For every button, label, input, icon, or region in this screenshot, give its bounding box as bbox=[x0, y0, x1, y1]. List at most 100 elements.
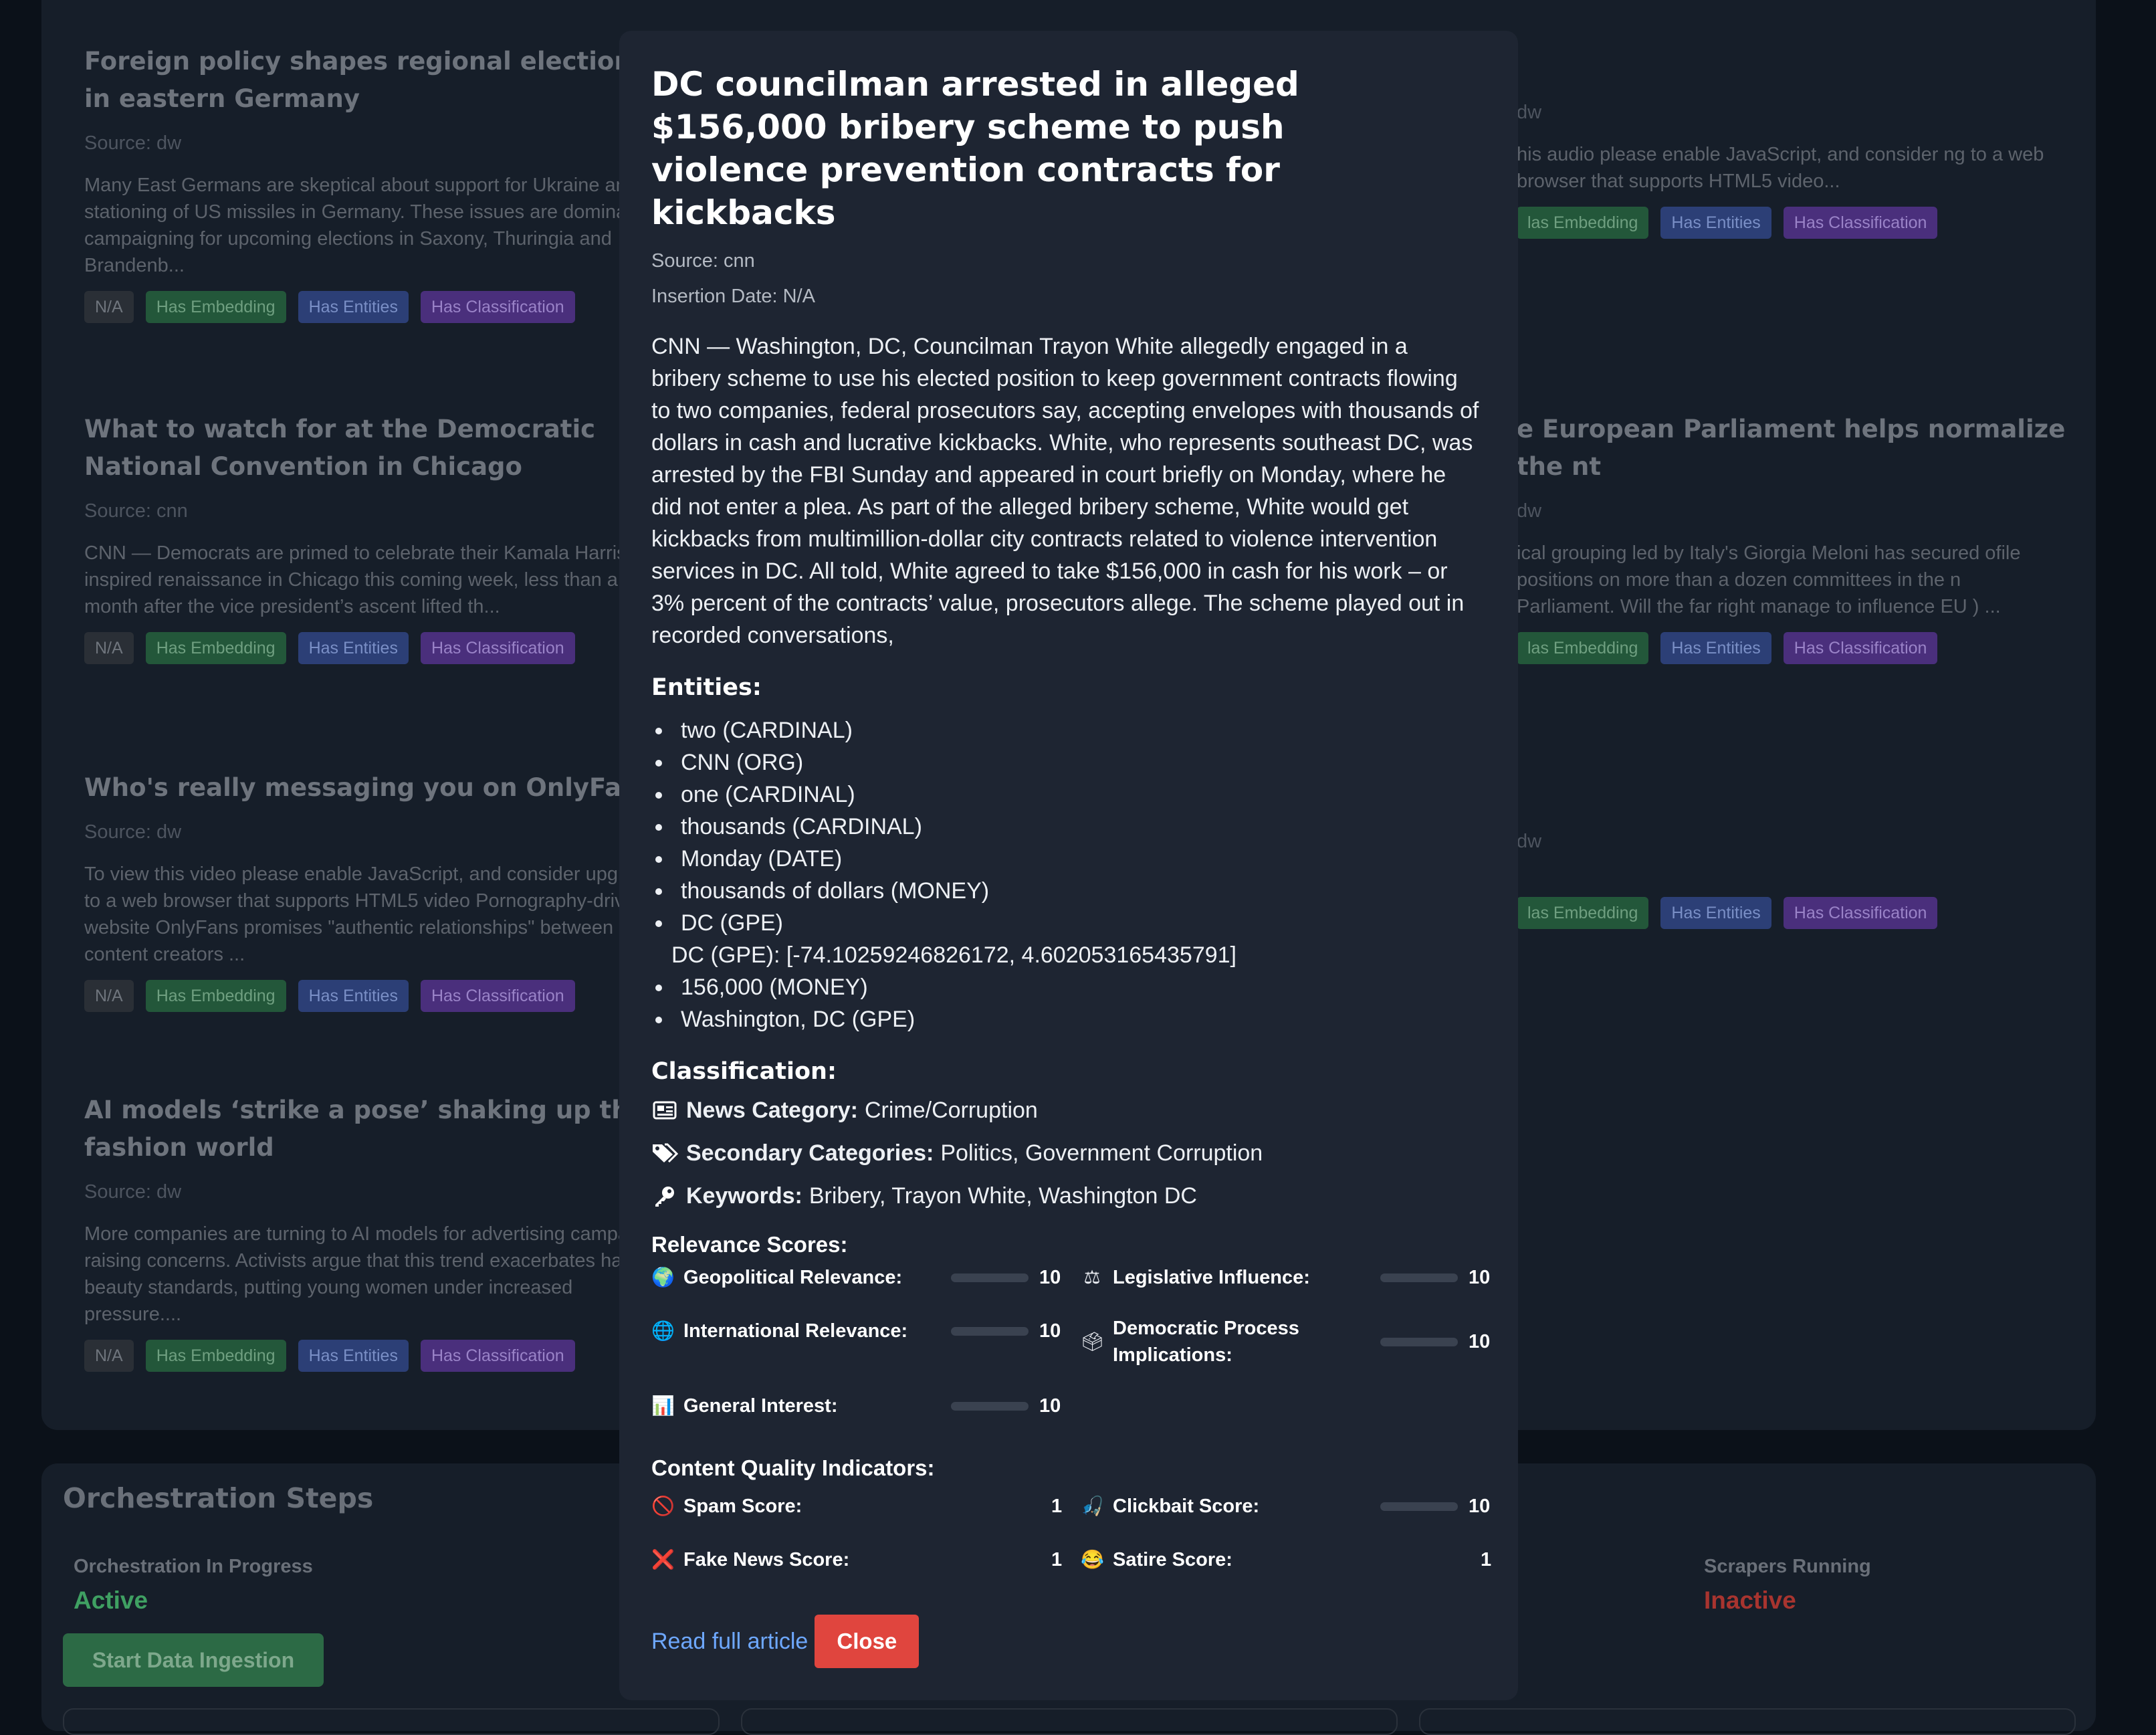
embedding-badge: Has Embedding bbox=[145, 291, 286, 323]
score-value: 10 bbox=[1039, 1266, 1061, 1288]
article-title[interactable]: Foreign policy shapes regional elections… bbox=[84, 43, 673, 118]
fishing-hook-icon: 🎣 bbox=[1081, 1496, 1104, 1516]
article-title[interactable]: AI models ‘strike a pose’ shaking up the… bbox=[84, 1092, 673, 1166]
scrapers-running-label: Scrapers Running bbox=[1704, 1556, 1871, 1577]
news-category-label: News Category: bbox=[686, 1098, 858, 1123]
orchestration-status: Active bbox=[74, 1587, 148, 1614]
entities-badge: Has Entities bbox=[1660, 632, 1771, 664]
classification-badge: Has Classification bbox=[420, 632, 575, 664]
score-label: International Relevance: bbox=[683, 1320, 908, 1342]
article-description: More companies are turning to AI models … bbox=[84, 1223, 670, 1325]
score-value: 10 bbox=[1469, 1330, 1491, 1352]
score-value: 1 bbox=[1051, 1495, 1063, 1517]
cross-mark-icon: ❌ bbox=[651, 1549, 675, 1570]
entity-item: Monday (DATE) bbox=[651, 843, 1486, 875]
article-card[interactable]: dw his audio please enable JavaScript, a… bbox=[1517, 87, 2065, 239]
secondary-categories-row: Secondary Categories: Politics, Governme… bbox=[651, 1132, 1486, 1175]
score-label: Clickbait Score: bbox=[1113, 1496, 1260, 1517]
classification-badge: Has Classification bbox=[1783, 207, 1938, 239]
article-description: CNN — Democrats are primed to celebrate … bbox=[84, 542, 633, 617]
score-label: Spam Score: bbox=[683, 1496, 802, 1517]
article-description: ical grouping led by Italy's Giorgia Mel… bbox=[1517, 542, 2021, 617]
entities-list: two (CARDINAL) CNN (ORG) one (CARDINAL) … bbox=[651, 714, 1486, 1035]
embedding-badge: las Embedding bbox=[1517, 632, 1649, 664]
entities-badge: Has Entities bbox=[1660, 207, 1771, 239]
score-label: Legislative Influence: bbox=[1113, 1267, 1310, 1288]
embedding-badge: las Embedding bbox=[1517, 897, 1649, 929]
ballot-box-icon: 🗳 bbox=[1081, 1331, 1105, 1352]
score-spam: 🚫 Spam Score: 1 bbox=[651, 1493, 1062, 1520]
start-data-ingestion-button[interactable]: Start Data Ingestion bbox=[63, 1633, 324, 1687]
article-card[interactable]: e European Parliament helps normalize th… bbox=[1517, 411, 2105, 664]
close-button[interactable]: Close bbox=[815, 1615, 920, 1668]
score-general-interest: 📊 General Interest: 10 bbox=[651, 1393, 1061, 1419]
badge-row: N/A Has Embedding Has Entities Has Class… bbox=[84, 291, 673, 323]
embedding-badge: Has Embedding bbox=[145, 980, 286, 1012]
tags-icon bbox=[651, 1140, 678, 1166]
article-source: dw bbox=[1517, 500, 1542, 522]
classification-heading: Classification: bbox=[651, 1058, 837, 1085]
entity-item: thousands (CARDINAL) bbox=[651, 811, 1486, 843]
score-value: 10 bbox=[1039, 1320, 1061, 1342]
relevance-scores-heading: Relevance Scores: bbox=[651, 1232, 848, 1257]
date-badge: N/A bbox=[84, 632, 134, 664]
score-value: 10 bbox=[1469, 1495, 1491, 1517]
bar-chart-icon: 📊 bbox=[651, 1395, 675, 1416]
score-value: 10 bbox=[1039, 1395, 1061, 1417]
badge-row: N/A Has Embedding Has Entities Has Class… bbox=[84, 632, 673, 664]
score-clickbait: 🎣 Clickbait Score: 10 bbox=[1081, 1493, 1490, 1520]
embedding-badge: las Embedding bbox=[1517, 207, 1649, 239]
article-description: To view this video please enable JavaScr… bbox=[84, 863, 672, 965]
score-bar bbox=[951, 1326, 1029, 1336]
score-bar bbox=[951, 1401, 1029, 1411]
entities-badge: Has Entities bbox=[1660, 897, 1771, 929]
badge-row: las Embedding Has Entities Has Classific… bbox=[1517, 207, 2065, 239]
entities-badge: Has Entities bbox=[298, 291, 409, 323]
article-source: Source: dw bbox=[84, 132, 182, 154]
score-value: 1 bbox=[1481, 1548, 1492, 1570]
score-bar bbox=[951, 1502, 1041, 1511]
network-globe-icon: 🌐 bbox=[651, 1320, 675, 1341]
article-source: Source: dw bbox=[84, 821, 182, 843]
score-bar bbox=[1380, 1502, 1458, 1511]
score-value: 10 bbox=[1469, 1266, 1491, 1288]
article-title[interactable]: Who's really messaging you on OnlyFans? bbox=[84, 769, 673, 807]
badge-row: N/A Has Embedding Has Entities Has Class… bbox=[84, 980, 673, 1012]
entity-item: Washington, DC (GPE) bbox=[651, 1003, 1486, 1035]
score-bar bbox=[1380, 1556, 1470, 1564]
article-title[interactable]: What to watch for at the Democratic Nati… bbox=[84, 411, 673, 486]
news-category-row: News Category: Crime/Corruption bbox=[651, 1089, 1486, 1132]
scrapers-status: Inactive bbox=[1704, 1587, 1796, 1614]
badge-row: N/A Has Embedding Has Entities Has Class… bbox=[84, 1340, 673, 1372]
score-bar bbox=[1380, 1337, 1458, 1346]
orchestration-title: Orchestration Steps bbox=[63, 1482, 374, 1514]
classification-badge: Has Classification bbox=[420, 291, 575, 323]
read-full-article-link[interactable]: Read full article bbox=[651, 1629, 808, 1655]
keywords-row: Keywords: Bribery, Trayon White, Washing… bbox=[651, 1175, 1486, 1217]
score-bar bbox=[951, 1273, 1029, 1282]
step-card bbox=[741, 1708, 1398, 1735]
score-label: General Interest: bbox=[683, 1395, 838, 1417]
score-bar bbox=[951, 1556, 1041, 1564]
secondary-categories-label: Secondary Categories: bbox=[686, 1140, 934, 1166]
score-label: Fake News Score: bbox=[683, 1549, 850, 1570]
article-card[interactable]: What to watch for at the Democratic Nati… bbox=[84, 411, 673, 664]
scales-icon: ⚖ bbox=[1083, 1267, 1101, 1288]
score-bar bbox=[1380, 1273, 1458, 1282]
article-card[interactable]: Foreign policy shapes regional elections… bbox=[84, 43, 673, 323]
article-card[interactable]: AI models ‘strike a pose’ shaking up the… bbox=[84, 1092, 673, 1372]
entities-badge: Has Entities bbox=[298, 980, 409, 1012]
article-title[interactable]: e European Parliament helps normalize th… bbox=[1517, 411, 2078, 486]
classification-block: News Category: Crime/Corruption Secondar… bbox=[651, 1089, 1486, 1217]
entities-heading: Entities: bbox=[651, 674, 762, 701]
article-description: his audio please enable JavaScript, and … bbox=[1517, 144, 2044, 192]
key-icon bbox=[651, 1183, 678, 1209]
embedding-badge: Has Embedding bbox=[145, 1340, 286, 1372]
article-card[interactable]: dw las Embedding Has Entities Has Classi… bbox=[1517, 816, 2065, 929]
modal-title: DC councilman arrested in alleged $156,0… bbox=[651, 65, 1299, 232]
modal-source: Source: cnn bbox=[651, 250, 755, 272]
article-source: dw bbox=[1517, 102, 1542, 123]
article-card[interactable]: Who's really messaging you on OnlyFans? … bbox=[84, 769, 673, 1012]
keywords-value: Bribery, Trayon White, Washington DC bbox=[808, 1183, 1197, 1209]
classification-badge: Has Classification bbox=[1783, 897, 1938, 929]
